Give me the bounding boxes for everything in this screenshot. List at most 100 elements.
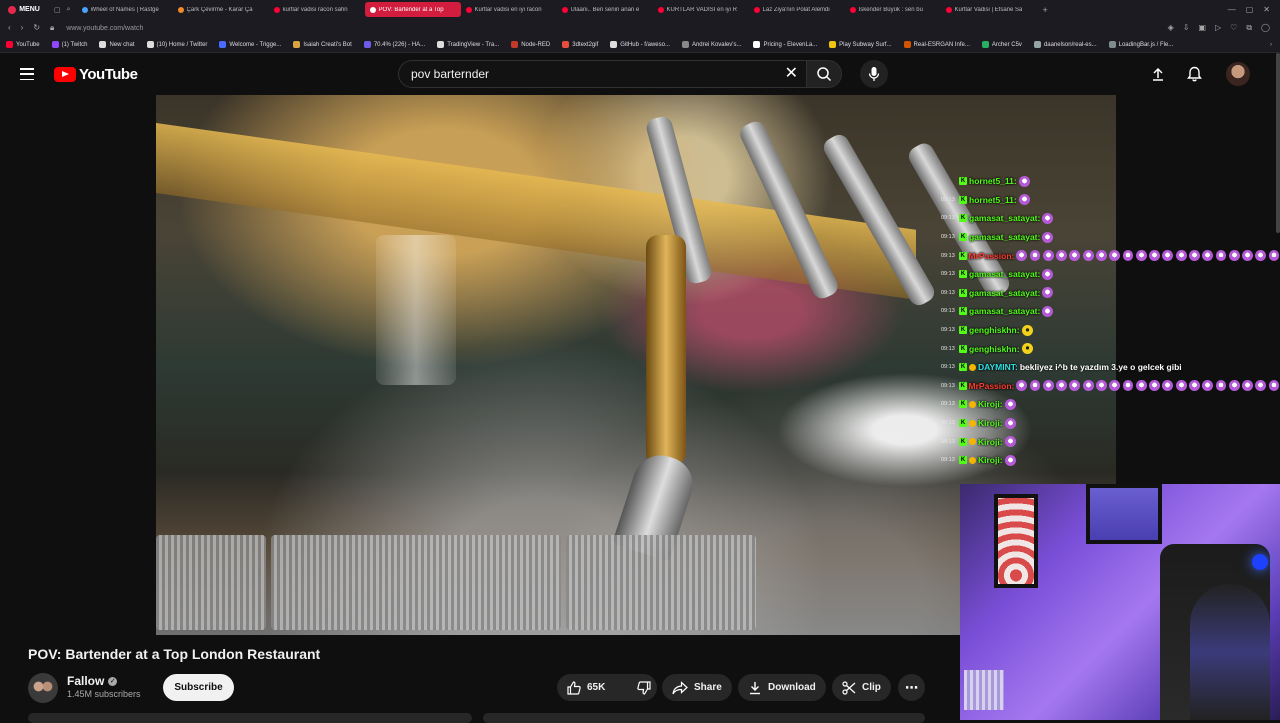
bookmark-label: (10) Home / Twitter bbox=[156, 41, 208, 48]
close-window-icon[interactable]: ✕ bbox=[1263, 5, 1270, 14]
browser-tab[interactable]: Çark Çevirme - Karar Ça bbox=[173, 2, 269, 17]
bookmark-item[interactable]: Play Subway Surf... bbox=[823, 41, 897, 48]
description-box[interactable] bbox=[28, 713, 472, 723]
tab-search-icon[interactable]: ⌕ bbox=[67, 6, 71, 14]
chat-username[interactable]: Kiroji: bbox=[978, 399, 1003, 409]
chat-username[interactable]: genghiskhn: bbox=[969, 344, 1020, 354]
chat-username[interactable]: Kiroji: bbox=[978, 418, 1003, 428]
bookmark-item[interactable]: Real-ESRGAN Infe... bbox=[898, 41, 976, 48]
bookmark-item[interactable]: 3dtext2gif bbox=[556, 41, 604, 48]
bookmark-item[interactable]: LoadingBar.js / Fle... bbox=[1103, 41, 1180, 48]
chat-username[interactable]: Kiroji: bbox=[978, 455, 1003, 465]
page-scrollbar[interactable] bbox=[1276, 53, 1280, 233]
download-button[interactable]: Download bbox=[738, 674, 826, 701]
account-avatar[interactable] bbox=[1226, 62, 1250, 86]
bookmark-item[interactable]: Andrei Kovalev's... bbox=[676, 41, 748, 48]
back-icon[interactable]: ‹ bbox=[8, 23, 11, 33]
like-button[interactable]: 65K bbox=[557, 674, 615, 701]
bookmark-item[interactable]: Archer C5v bbox=[976, 41, 1028, 48]
channel-avatar[interactable] bbox=[28, 673, 58, 703]
heart-icon[interactable]: ♡ bbox=[1230, 23, 1237, 33]
browser-tab[interactable]: Kurtlar vadisi en iyi racon bbox=[461, 2, 557, 17]
chat-username[interactable]: MrPassion: bbox=[969, 251, 1015, 261]
emote-icon bbox=[1149, 380, 1160, 392]
bookmark-item[interactable]: daanelson/real-es... bbox=[1028, 41, 1103, 48]
browser-tab[interactable]: Ulaani.. Ben senin anan e bbox=[557, 2, 653, 17]
browser-tab[interactable]: kurtlar vadisi racon sahn bbox=[269, 2, 365, 17]
chat-username[interactable]: Kiroji: bbox=[978, 437, 1003, 447]
tab-grid-icon[interactable]: ▢ bbox=[54, 6, 61, 14]
bookmark-item[interactable]: Node-RED bbox=[505, 41, 556, 48]
emote-icon bbox=[1135, 380, 1147, 392]
subscriber-badge-icon bbox=[969, 400, 976, 408]
bookmark-favicon-icon bbox=[1108, 41, 1116, 48]
chat-username[interactable]: genghiskhn: bbox=[969, 325, 1020, 335]
kick-badge-icon: K bbox=[959, 270, 967, 279]
subscriber-badge-icon bbox=[969, 363, 976, 371]
voice-search-button[interactable] bbox=[860, 60, 888, 88]
bookmark-item[interactable]: 70.4% (226) - HA... bbox=[358, 41, 431, 48]
minimize-icon[interactable]: — bbox=[1228, 5, 1236, 14]
address-bar-actions: ◈ ⇩ ▣ ▷ ♡ ⧉ ◯ bbox=[1168, 23, 1280, 33]
menu-hamburger-icon[interactable] bbox=[20, 68, 34, 80]
player-icon[interactable]: ▷ bbox=[1215, 23, 1221, 33]
notifications-button[interactable] bbox=[1185, 65, 1203, 83]
shield-icon[interactable]: ◈ bbox=[1168, 23, 1174, 33]
upload-button[interactable] bbox=[1149, 65, 1167, 83]
browser-tab[interactable]: POV: Bartender at a Top bbox=[364, 2, 461, 17]
chat-username[interactable]: hornet5_11: bbox=[969, 176, 1017, 186]
share-button[interactable]: Share bbox=[662, 674, 732, 701]
search-input[interactable]: pov barternder ✕ bbox=[398, 60, 806, 88]
channel-name[interactable]: Fallow ✓ bbox=[67, 674, 118, 688]
url-field[interactable]: www.youtube.com/watch bbox=[66, 25, 143, 32]
emote-icon bbox=[1149, 250, 1160, 262]
bookmark-favicon-icon bbox=[610, 41, 618, 48]
search-button[interactable] bbox=[806, 60, 842, 88]
youtube-logo[interactable]: YouTube bbox=[54, 66, 138, 83]
chat-username[interactable]: DAYMINT: bbox=[978, 362, 1018, 372]
bookmark-item[interactable]: Welcome - Trigge... bbox=[213, 41, 287, 48]
chat-username[interactable]: hornet5_11: bbox=[969, 195, 1017, 205]
chat-username[interactable]: gamasat_satayat: bbox=[969, 213, 1040, 223]
download-icon[interactable]: ⇩ bbox=[1183, 23, 1190, 33]
reload-icon[interactable]: ↻ bbox=[33, 23, 40, 33]
bookmark-item[interactable]: YouTube bbox=[0, 41, 46, 48]
clear-search-icon[interactable]: ✕ bbox=[785, 66, 798, 82]
chat-username[interactable]: gamasat_satayat: bbox=[969, 306, 1040, 316]
bookmark-item[interactable]: Isaiah Creati's Bot bbox=[287, 41, 358, 48]
bookmark-item[interactable]: GitHub - f/aweso... bbox=[604, 41, 676, 48]
browser-menu-button[interactable]: MENU bbox=[0, 0, 48, 19]
extensions-icon[interactable]: ⧉ bbox=[1246, 23, 1252, 33]
bookmark-item[interactable]: Pricing - ElevenLa... bbox=[747, 41, 823, 48]
new-tab-icon[interactable]: + bbox=[1037, 5, 1054, 15]
browser-tab[interactable]: Laz Ziya'nın Polat Alemdi bbox=[749, 2, 845, 17]
chat-username[interactable]: gamasat_satayat: bbox=[969, 232, 1040, 242]
more-actions-button[interactable]: ⋯ bbox=[898, 674, 925, 701]
emote-icon bbox=[1189, 380, 1200, 392]
profile-icon[interactable]: ◯ bbox=[1261, 23, 1270, 33]
browser-tab[interactable]: Wheel of Names | Rastge bbox=[77, 2, 173, 17]
chat-username[interactable]: gamasat_satayat: bbox=[969, 269, 1040, 279]
browser-tab[interactable]: İskender Büyük : sen bu bbox=[845, 2, 941, 17]
chat-username[interactable]: MrPassion: bbox=[969, 381, 1015, 391]
emote-icon bbox=[1004, 398, 1016, 410]
bookmark-item[interactable]: (1) Twitch bbox=[46, 41, 94, 48]
browser-tab[interactable]: Kurtlar Vadisi | Efsane Sa bbox=[941, 2, 1037, 17]
dislike-button[interactable] bbox=[627, 674, 661, 701]
chat-username[interactable]: gamasat_satayat: bbox=[969, 288, 1040, 298]
snapshot-icon[interactable]: ▣ bbox=[1198, 23, 1206, 33]
emote-icon bbox=[1109, 250, 1121, 262]
maximize-icon[interactable]: ▢ bbox=[1246, 5, 1254, 14]
chat-timestamp: 09:13 bbox=[941, 215, 955, 222]
comments-box[interactable] bbox=[483, 713, 925, 723]
forward-icon[interactable]: › bbox=[21, 23, 24, 33]
subscribe-button[interactable]: Subscribe bbox=[163, 674, 234, 701]
bookmarks-more-icon[interactable]: › bbox=[1270, 42, 1280, 48]
bookmark-favicon-icon bbox=[681, 41, 689, 48]
tab-favicon-icon bbox=[657, 6, 664, 13]
bookmark-item[interactable]: (10) Home / Twitter bbox=[141, 41, 214, 48]
clip-button[interactable]: Clip bbox=[832, 674, 891, 701]
bookmark-item[interactable]: TradingView - Tra... bbox=[431, 41, 505, 48]
bookmark-item[interactable]: New chat bbox=[93, 41, 140, 48]
browser-tab[interactable]: KURTLAR VADİSİ en iyi R bbox=[653, 2, 749, 17]
